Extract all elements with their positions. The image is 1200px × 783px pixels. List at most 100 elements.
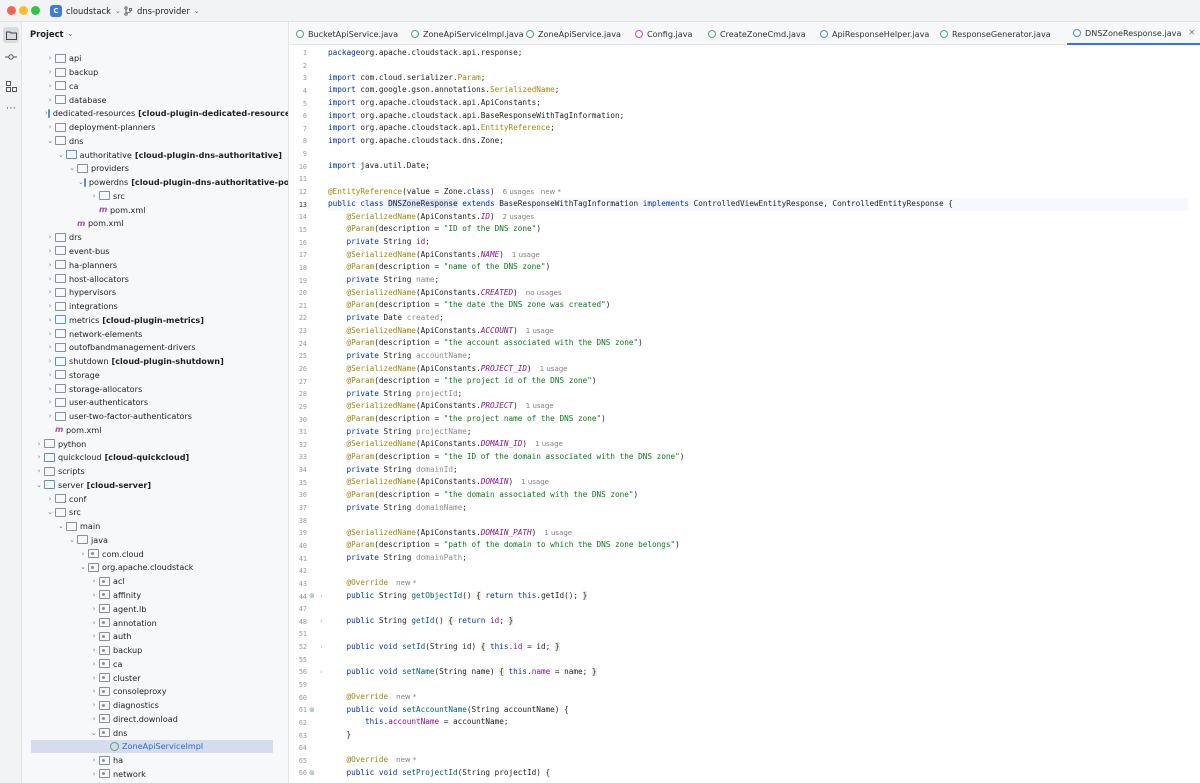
tree-item[interactable]: › outofbandmanagement-drivers [22,340,282,354]
chevron-right-icon[interactable]: › [89,577,99,585]
chevron-right-icon[interactable]: › [89,646,99,654]
tree-item[interactable]: › scripts [22,464,282,478]
code-line[interactable]: @Param(description = "the project id of … [328,375,1188,388]
code-line[interactable] [328,742,1188,755]
chevron-right-icon[interactable]: › [34,453,44,461]
tab[interactable]: BucketApiService.java [296,22,398,45]
usages-hint[interactable]: 1 usage [512,251,540,259]
code-line[interactable]: @Param(description = "the date the DNS z… [328,299,1188,312]
code-line[interactable]: @SerializedName(ApiConstants.CREATED) no … [328,287,1188,300]
usages-hint[interactable]: 1 usage [526,327,554,335]
tree-item[interactable]: › user-two-factor-authenticators [22,409,282,423]
code-line[interactable]: private String projectName; [328,426,1188,439]
code-line[interactable]: @Override new * [328,577,1188,590]
code-line[interactable]: private String name; [328,274,1188,287]
code-line[interactable]: private String domainId; [328,464,1188,477]
chevron-right-icon[interactable]: › [45,343,55,351]
chevron-down-icon[interactable]: ⌄ [56,522,66,530]
chevron-right-icon[interactable]: › [45,316,55,324]
tab-active[interactable]: DNSZoneResponse.java ✕ [1067,22,1200,45]
close-window-button[interactable] [7,6,16,15]
chevron-right-icon[interactable]: › [45,495,55,503]
code-line[interactable] [328,628,1188,641]
code-line[interactable]: @SerializedName(ApiConstants.ACCOUNT) 1 u… [328,325,1188,338]
code-line[interactable] [328,679,1188,692]
chevron-right-icon[interactable]: › [89,687,99,695]
tree-item[interactable]: › network-elements [22,327,282,341]
tree-item[interactable]: › acl [22,574,282,588]
commit-tool-button[interactable] [3,49,19,65]
code-line[interactable]: public String getId() { return id; } [328,615,1188,628]
usages-hint[interactable]: 1 usage [521,478,549,486]
chevron-right-icon[interactable]: › [89,632,99,640]
fold-chevron-icon[interactable]: › [320,668,323,676]
code-line[interactable]: public String getObjectId() { return thi… [328,590,1188,603]
tree-item[interactable]: › backup [22,65,282,79]
chevron-right-icon[interactable]: › [89,674,99,682]
code-line[interactable]: @Param(description = "the ID of the doma… [328,451,1188,464]
tab[interactable]: ZoneApiService.java [526,22,621,45]
tree-item[interactable]: › ha-planners [22,258,282,272]
chevron-right-icon[interactable]: › [45,261,55,269]
chevron-right-icon[interactable]: › [45,288,55,296]
code-line[interactable]: @Override new * [328,754,1188,767]
tree-item[interactable]: › ca [22,79,282,93]
tree-item[interactable]: › deployment-planners [22,120,282,134]
chevron-right-icon[interactable]: › [89,605,99,613]
code-line[interactable]: } [328,729,1188,742]
tree-item[interactable]: › shutdown [cloud-plugin-shutdown] [22,354,282,368]
code-line[interactable]: public void setId(String id) { this.id =… [328,641,1188,654]
code-line[interactable]: packageorg.apache.cloudstack.api.respons… [328,47,1188,60]
code-line[interactable]: @SerializedName(ApiConstants.NAME) 1 usag… [328,249,1188,262]
chevron-right-icon[interactable]: › [78,550,88,558]
tree-item[interactable]: › python [22,437,282,451]
code-line[interactable]: import org.apache.cloudstack.dns.Zone; [328,135,1188,148]
zoom-window-button[interactable] [31,6,40,15]
chevron-down-icon[interactable]: ⌄ [56,151,66,159]
fold-chevron-icon[interactable]: › [320,643,323,651]
code-line[interactable]: public void setName(String name) { this.… [328,666,1188,679]
chevron-right-icon[interactable]: › [89,701,99,709]
chevron-down-icon[interactable]: ⌄ [67,164,77,172]
chevron-right-icon[interactable]: › [45,275,55,283]
tree-item[interactable]: ⌄ server [cloud-server] [22,478,282,492]
code-line[interactable]: @EntityReference(value = Zone.class) 6 us… [328,186,1188,199]
chevron-right-icon[interactable]: › [45,123,55,131]
tree-item[interactable]: › database [22,93,282,107]
code-line[interactable]: public void setAccountName(String accoun… [328,704,1188,717]
tree-item[interactable]: ⌄ authoritative [cloud-plugin-dns-authorit… [22,148,282,162]
code-line[interactable]: @Param(description = "the account associ… [328,337,1188,350]
chevron-right-icon[interactable]: › [89,591,99,599]
fold-chevron-icon[interactable]: › [320,617,323,625]
code-line[interactable]: private String domainPath; [328,552,1188,565]
tree-item[interactable]: ⌄ dns [22,726,282,740]
tree-item[interactable]: › metrics [cloud-plugin-metrics] [22,313,282,327]
code-line[interactable]: @Override new * [328,691,1188,704]
chevron-down-icon[interactable]: ⌄ [78,178,84,186]
code-line[interactable] [328,514,1188,527]
chevron-right-icon[interactable]: › [89,192,99,200]
code-editor[interactable]: 1 2 3 4 5 6 7 8 9 10 11 12 13 14 15 16 17 18 19 20 21 22 23 24 2… [290,45,1200,783]
chevron-right-icon[interactable]: › [89,756,99,764]
tree-item[interactable]: ⌄ dns [22,134,282,148]
tree-item[interactable]: › annotation [22,616,282,630]
tab[interactable]: Config.java [635,22,693,45]
code-line[interactable]: @SerializedName(ApiConstants.PROJECT) 1 u… [328,400,1188,413]
tree-item[interactable]: › user-authenticators [22,396,282,410]
tree-item[interactable]: › consoleproxy [22,684,282,698]
tree-item[interactable]: › integrations [22,299,282,313]
tree-item[interactable]: ⌄ main [22,519,282,533]
code-line[interactable]: import org.apache.cloudstack.api.EntityR… [328,122,1188,135]
code-line[interactable] [328,148,1188,161]
tree-item[interactable]: › quickcloud [cloud-quickcloud] [22,451,282,465]
code-line[interactable]: @Param(description = "ID of the DNS zone… [328,223,1188,236]
tree-item[interactable]: › network [22,767,282,781]
code-line[interactable]: import com.google.gson.annotations.Seria… [328,84,1188,97]
project-tool-button[interactable] [3,27,19,43]
chevron-down-icon[interactable]: ⌄ [89,729,99,737]
tree-item[interactable]: › direct.download [22,712,282,726]
chevron-right-icon[interactable]: › [45,82,55,90]
chevron-down-icon[interactable]: ⌄ [45,137,55,145]
code-line[interactable]: @Param(description = "the project name o… [328,413,1188,426]
tree-item[interactable]: ⌄ java [22,533,282,547]
